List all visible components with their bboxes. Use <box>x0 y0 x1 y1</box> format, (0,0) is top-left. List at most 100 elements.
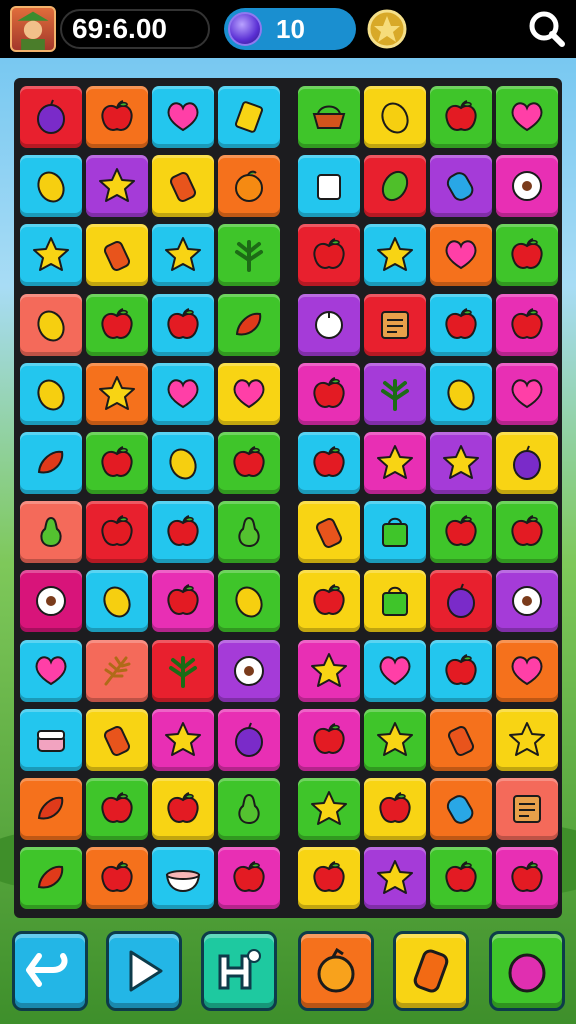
board-tile[interactable] <box>218 431 280 494</box>
board-tile[interactable] <box>20 155 82 218</box>
board-tile[interactable] <box>496 86 558 148</box>
board-tile[interactable] <box>496 362 558 425</box>
board-tile[interactable] <box>298 86 360 148</box>
board-tile[interactable] <box>430 501 492 564</box>
board-tile[interactable] <box>152 293 214 356</box>
board-tile[interactable] <box>152 777 214 840</box>
board-tile[interactable] <box>298 708 360 771</box>
hint-button[interactable] <box>201 931 277 1011</box>
orange-booster-button[interactable] <box>298 931 374 1011</box>
board-tile[interactable] <box>430 224 492 287</box>
board-tile[interactable] <box>218 362 280 425</box>
board-tile[interactable] <box>152 501 214 564</box>
board-tile[interactable] <box>364 362 426 425</box>
board-tile[interactable] <box>20 570 82 633</box>
board-tile[interactable] <box>86 777 148 840</box>
board-tile[interactable] <box>86 155 148 218</box>
search-icon[interactable] <box>526 8 566 48</box>
board-tile[interactable] <box>218 708 280 771</box>
board-tile[interactable] <box>20 86 82 148</box>
board-tile[interactable] <box>496 777 558 840</box>
board-tile[interactable] <box>430 570 492 633</box>
board-tile[interactable] <box>20 708 82 771</box>
board-tile[interactable] <box>218 501 280 564</box>
board-tile[interactable] <box>364 777 426 840</box>
board-tile[interactable] <box>152 570 214 633</box>
board-tile[interactable] <box>218 155 280 218</box>
player-avatar[interactable] <box>10 6 56 52</box>
board-tile[interactable] <box>20 777 82 840</box>
board-tile[interactable] <box>430 155 492 218</box>
board-tile[interactable] <box>364 847 426 910</box>
board-tile[interactable] <box>152 708 214 771</box>
board-tile[interactable] <box>86 362 148 425</box>
board-tile[interactable] <box>20 431 82 494</box>
board-tile[interactable] <box>430 708 492 771</box>
board-tile[interactable] <box>496 431 558 494</box>
board-tile[interactable] <box>496 293 558 356</box>
board-tile[interactable] <box>430 431 492 494</box>
plum-booster-button[interactable] <box>489 931 565 1011</box>
board-tile[interactable] <box>364 224 426 287</box>
board-tile[interactable] <box>496 224 558 287</box>
board-tile[interactable] <box>20 293 82 356</box>
board-tile[interactable] <box>430 777 492 840</box>
board-tile[interactable] <box>152 224 214 287</box>
undo-button[interactable] <box>12 931 88 1011</box>
board-tile[interactable] <box>298 777 360 840</box>
board-tile[interactable] <box>218 570 280 633</box>
board-tile[interactable] <box>496 155 558 218</box>
board-tile[interactable] <box>298 362 360 425</box>
board-tile[interactable] <box>152 362 214 425</box>
board-tile[interactable] <box>430 293 492 356</box>
board-tile[interactable] <box>364 708 426 771</box>
board-tile[interactable] <box>86 293 148 356</box>
board-tile[interactable] <box>86 570 148 633</box>
board-tile[interactable] <box>20 847 82 910</box>
board-tile[interactable] <box>430 86 492 148</box>
board-tile[interactable] <box>298 224 360 287</box>
board-tile[interactable] <box>496 708 558 771</box>
board-tile[interactable] <box>364 431 426 494</box>
board-tile[interactable] <box>218 86 280 148</box>
board-tile[interactable] <box>364 155 426 218</box>
gold-coin-icon[interactable] <box>366 8 408 50</box>
board-tile[interactable] <box>298 639 360 702</box>
board-tile[interactable] <box>152 847 214 910</box>
board-tile[interactable] <box>298 293 360 356</box>
board-tile[interactable] <box>218 777 280 840</box>
board-tile[interactable] <box>20 501 82 564</box>
board-tile[interactable] <box>430 639 492 702</box>
board-tile[interactable] <box>152 155 214 218</box>
board-tile[interactable] <box>86 224 148 287</box>
bottle-booster-button[interactable] <box>393 931 469 1011</box>
board-tile[interactable] <box>86 86 148 148</box>
board-tile[interactable] <box>496 570 558 633</box>
board-tile[interactable] <box>152 431 214 494</box>
board-tile[interactable] <box>152 639 214 702</box>
board-tile[interactable] <box>364 293 426 356</box>
board-tile[interactable] <box>364 501 426 564</box>
play-button[interactable] <box>106 931 182 1011</box>
board-tile[interactable] <box>496 847 558 910</box>
board-tile[interactable] <box>364 86 426 148</box>
board-tile[interactable] <box>218 224 280 287</box>
board-tile[interactable] <box>496 501 558 564</box>
board-tile[interactable] <box>86 847 148 910</box>
board-tile[interactable] <box>86 639 148 702</box>
gem-counter[interactable]: 10 <box>224 8 356 50</box>
board-tile[interactable] <box>496 639 558 702</box>
board-tile[interactable] <box>298 570 360 633</box>
board-tile[interactable] <box>430 847 492 910</box>
board-tile[interactable] <box>86 501 148 564</box>
board-tile[interactable] <box>152 86 214 148</box>
board-tile[interactable] <box>218 639 280 702</box>
board-tile[interactable] <box>298 847 360 910</box>
board-tile[interactable] <box>298 501 360 564</box>
board-tile[interactable] <box>86 708 148 771</box>
board-tile[interactable] <box>218 293 280 356</box>
board-tile[interactable] <box>218 847 280 910</box>
board-tile[interactable] <box>298 431 360 494</box>
board-tile[interactable] <box>20 639 82 702</box>
board-tile[interactable] <box>20 362 82 425</box>
